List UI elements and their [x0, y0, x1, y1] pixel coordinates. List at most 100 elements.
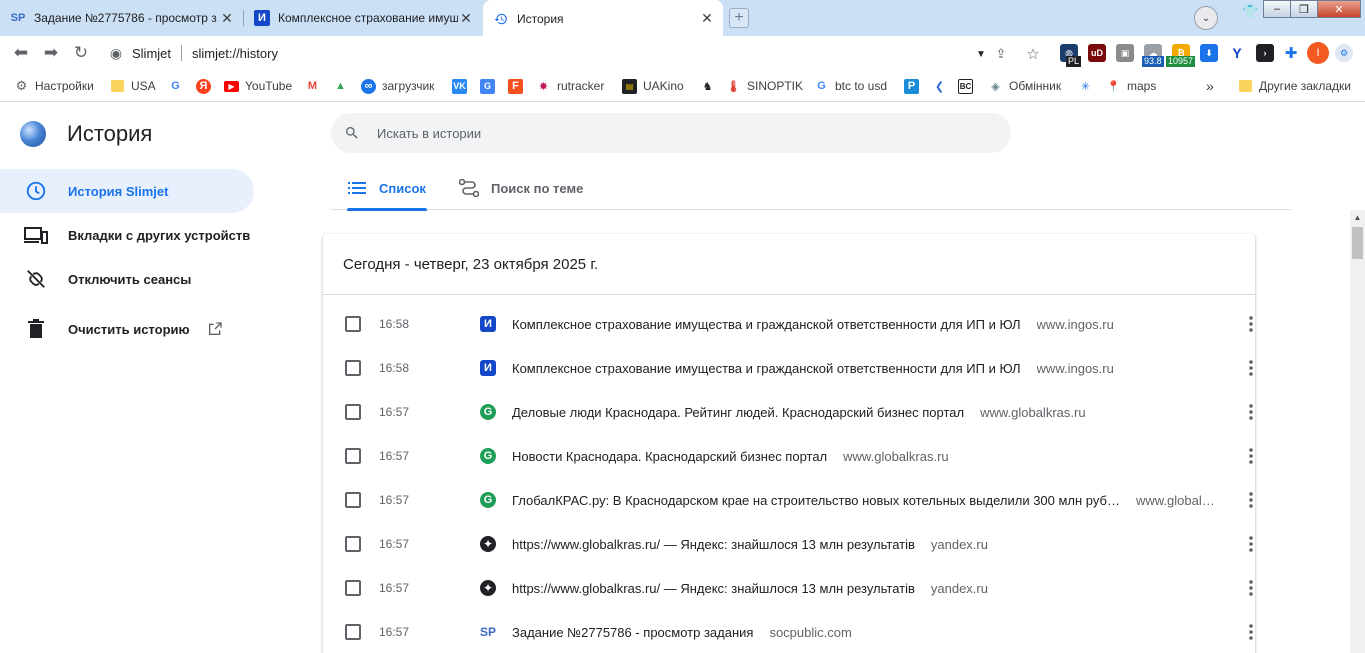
close-tab-icon[interactable]: ✕	[458, 10, 474, 26]
more-vert-icon[interactable]	[1241, 356, 1261, 380]
sidebar-item-clear-history[interactable]: Очистить историю	[0, 307, 254, 351]
more-vert-icon[interactable]	[1241, 312, 1261, 336]
pl-badge: PL	[1066, 56, 1082, 67]
bookmark-star-app[interactable]: ✳	[1078, 77, 1099, 95]
bookmark-p[interactable]: P	[904, 77, 925, 95]
profile-avatar[interactable]: I	[1307, 42, 1329, 64]
bookmark-gmail[interactable]: M	[305, 77, 326, 95]
close-tab-icon[interactable]: ✕	[219, 10, 235, 26]
tab-history[interactable]: История ✕	[483, 0, 723, 37]
scrollbar-track[interactable]	[1350, 210, 1365, 653]
briefcase-extension-icon[interactable]: ▣	[1116, 44, 1134, 62]
bookmark-arrow[interactable]: ❮	[932, 77, 953, 95]
entry-title[interactable]: ГлобалКРАС.ру: В Краснодарском крае на с…	[512, 493, 1120, 508]
entry-title[interactable]: Задание №2775786 - просмотр задания	[512, 625, 753, 640]
bookmark-f[interactable]: F	[508, 77, 529, 95]
entry-checkbox[interactable]	[345, 536, 361, 552]
bookmark-label: USA	[131, 79, 156, 93]
bookmark-rutracker[interactable]: ✸ rutracker	[536, 77, 604, 95]
bookmark-sinoptik[interactable]: 🌡 SINOPTIK	[726, 77, 804, 95]
forward-arrow-icon[interactable]: ➡	[40, 43, 62, 63]
download-extension-icon[interactable]: ⬇	[1200, 44, 1218, 62]
entry-title[interactable]: https://www.globalkras.ru/ — Яндекс: зна…	[512, 581, 915, 596]
bookmark-uakino[interactable]: ▤ UAKino	[622, 77, 684, 95]
puzzle-extensions-icon[interactable]: ✚	[1282, 44, 1300, 62]
more-vert-icon[interactable]	[1241, 576, 1261, 600]
scrollbar-thumb[interactable]	[1352, 227, 1363, 259]
close-tab-icon[interactable]: ✕	[699, 10, 715, 27]
history-entry[interactable]: 16:57 ✦ https://www.globalkras.ru/ — Янд…	[323, 566, 1255, 610]
sidebar-item-label: Очистить историю	[68, 321, 190, 337]
sidebar-item-disconnect-sessions[interactable]: Отключить сеансы	[0, 257, 254, 301]
bookmark-settings[interactable]: ⚙ Настройки	[14, 77, 94, 95]
search-input[interactable]	[377, 125, 977, 141]
close-window-icon[interactable]: ✕	[1317, 0, 1361, 18]
entry-checkbox[interactable]	[345, 492, 361, 508]
share-icon[interactable]: ⇪	[992, 45, 1010, 63]
history-search-box[interactable]	[331, 113, 1011, 153]
bookmark-yandex[interactable]: Я	[196, 77, 217, 95]
bookmark-exchanger[interactable]: ◈ Обмінник	[988, 77, 1061, 95]
new-tab-button[interactable]: +	[729, 8, 749, 28]
bookmark-label: Другие закладки	[1259, 79, 1351, 93]
sidebar-item-history[interactable]: История Slimjet	[0, 169, 254, 213]
maximize-icon[interactable]: ❐	[1290, 0, 1318, 18]
url-text[interactable]: slimjet://history	[192, 46, 278, 61]
address-bar[interactable]: ◉ Slimjet slimjet://history	[104, 39, 1052, 67]
entry-checkbox[interactable]	[345, 448, 361, 464]
y-extension-icon[interactable]: Y	[1228, 44, 1246, 62]
entry-title[interactable]: Деловые люди Краснодара. Рейтинг людей. …	[512, 405, 964, 420]
entry-title[interactable]: https://www.globalkras.ru/ — Яндекс: зна…	[512, 537, 915, 552]
bookmark-star-icon[interactable]: ☆	[1024, 45, 1042, 63]
more-vert-icon[interactable]	[1241, 488, 1261, 512]
more-vert-icon[interactable]	[1241, 400, 1261, 424]
entry-title[interactable]: Комплексное страхование имущества и граж…	[512, 317, 1021, 332]
search-icon	[343, 124, 361, 142]
history-entry[interactable]: 16:57 G Деловые люди Краснодара. Рейтинг…	[323, 390, 1255, 434]
entry-title[interactable]: Новости Краснодара. Краснодарский бизнес…	[512, 449, 827, 464]
more-vert-icon[interactable]	[1241, 444, 1261, 468]
ublock-icon[interactable]: uD	[1088, 44, 1106, 62]
history-entry[interactable]: 16:58 И Комплексное страхование имуществ…	[323, 346, 1255, 390]
bookmark-maps[interactable]: 📍 maps	[1106, 77, 1157, 95]
bookmark-vk[interactable]: VK	[452, 77, 473, 95]
tab-search-chevron-icon[interactable]: ⌄	[1194, 6, 1218, 30]
bookmark-google[interactable]: G	[168, 77, 189, 95]
bookmarks-overflow-button[interactable]: »	[1206, 77, 1214, 95]
history-entry[interactable]: 16:58 И Комплексное страхование имуществ…	[323, 302, 1255, 346]
other-bookmarks-folder[interactable]: Другие закладки	[1238, 77, 1351, 95]
bookmark-chess[interactable]: ♞	[700, 77, 721, 95]
entry-checkbox[interactable]	[345, 360, 361, 376]
entry-checkbox[interactable]	[345, 624, 361, 640]
dropdown-arrow-icon[interactable]: ▼	[972, 45, 990, 63]
entry-checkbox[interactable]	[345, 580, 361, 596]
scroll-up-arrow-icon[interactable]: ▲	[1350, 210, 1365, 225]
history-entry[interactable]: 16:57 G Новости Краснодара. Краснодарски…	[323, 434, 1255, 478]
history-entry[interactable]: 16:57 SP Задание №2775786 - просмотр зад…	[323, 610, 1255, 653]
tab-ingos[interactable]: И Комплексное страхование имущ ✕	[244, 0, 482, 36]
bookmark-bc[interactable]: BC	[958, 77, 979, 95]
history-entry[interactable]: 16:57 G ГлобалКРАС.ру: В Краснодарском к…	[323, 478, 1255, 522]
more-vert-icon[interactable]	[1241, 620, 1261, 644]
more-vert-icon[interactable]	[1241, 532, 1261, 556]
back-arrow-icon[interactable]: ⬅	[10, 43, 32, 63]
entry-checkbox[interactable]	[345, 316, 361, 332]
reload-icon[interactable]: ↻	[70, 43, 92, 63]
bookmark-drive[interactable]: ▲	[333, 77, 354, 95]
bookmark-translate[interactable]: G	[480, 77, 501, 95]
tab-list[interactable]: Список	[347, 167, 427, 211]
bookmark-btc-usd[interactable]: Gbtc to usd	[814, 77, 887, 95]
theme-shirt-icon[interactable]: 👕	[1242, 4, 1260, 19]
entry-title[interactable]: Комплексное страхование имущества и граж…	[512, 361, 1021, 376]
bookmark-usa[interactable]: USA	[110, 77, 156, 95]
minimize-icon[interactable]: –	[1263, 0, 1291, 18]
entry-checkbox[interactable]	[345, 404, 361, 420]
settings-gear-icon[interactable]: ⚙	[1335, 44, 1353, 62]
sidebar-item-other-devices[interactable]: Вкладки с других устройств	[0, 213, 254, 257]
tab-socpublic[interactable]: SP Задание №2775786 - просмотр з ✕	[0, 0, 243, 36]
history-entry[interactable]: 16:57 ✦ https://www.globalkras.ru/ — Янд…	[323, 522, 1255, 566]
cursor-extension-icon[interactable]: ›	[1256, 44, 1274, 62]
bookmark-downloader[interactable]: ∞ загрузчик	[361, 77, 434, 95]
bookmark-youtube[interactable]: ▶ YouTube	[224, 77, 292, 95]
tab-topic-search[interactable]: Поиск по теме	[459, 167, 583, 209]
